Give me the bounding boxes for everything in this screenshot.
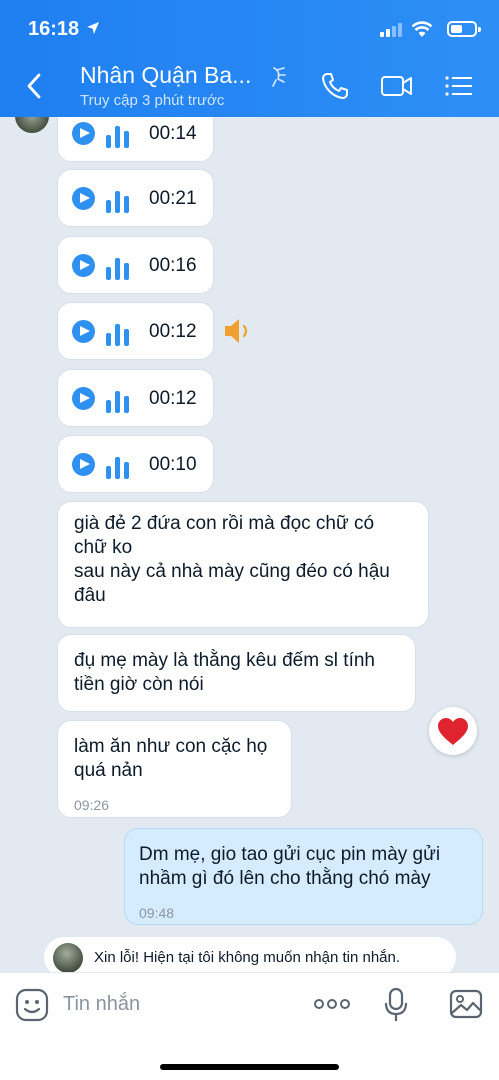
text-message[interactable]: làm ăn như con cặc họ quá nản 09:26 (57, 720, 292, 818)
play-icon[interactable] (72, 187, 95, 210)
wifi-icon (411, 21, 433, 37)
waveform-icon (106, 253, 130, 280)
signal-icon (380, 23, 402, 37)
voice-message[interactable]: 00:12 (57, 302, 214, 360)
message-line: tiền giờ còn nói (74, 674, 204, 695)
voice-message[interactable]: 00:12 (57, 369, 214, 427)
play-icon[interactable] (72, 453, 95, 476)
location-arrow-icon (87, 22, 99, 34)
heart-icon (438, 718, 468, 745)
waveform-icon (106, 319, 130, 346)
phone-icon[interactable] (320, 71, 350, 101)
message-line: đụ mẹ mày là thằng kêu đếm sl tính (74, 650, 375, 671)
voice-duration: 00:12 (149, 388, 197, 409)
play-icon[interactable] (72, 387, 95, 410)
my-message[interactable]: Dm mẹ, gio tao gửi cục pin mày gửi nhầm … (124, 828, 483, 925)
battery-icon (447, 21, 481, 37)
emoji-icon[interactable] (15, 988, 49, 1022)
waveform-icon (106, 386, 130, 413)
waveform-icon (106, 121, 130, 148)
status-time: 16:18 (28, 18, 80, 40)
voice-duration: 00:14 (149, 123, 197, 144)
contact-name[interactable]: Nhân Quận Ba... (80, 62, 251, 89)
chat-header: 16:18 Nhân Quận Ba... Truy cập 3 phút tr… (0, 0, 499, 117)
message-line: nhầm gì đó lên cho thằng chó mày (139, 868, 431, 889)
waveform-icon (106, 186, 130, 213)
play-icon[interactable] (72, 122, 95, 145)
more-dots-icon[interactable] (313, 995, 351, 1013)
voice-message[interactable]: 00:10 (57, 435, 214, 493)
video-camera-icon[interactable] (380, 71, 414, 101)
pin-icon (272, 67, 286, 87)
speaker-icon (225, 319, 248, 343)
message-time: 09:48 (139, 905, 175, 921)
chat-messages[interactable]: 00:14 00:21 00:16 00:12 00:12 00:10 già … (0, 117, 499, 972)
message-input[interactable]: Tin nhắn (63, 993, 140, 1016)
home-indicator (160, 1064, 339, 1070)
play-icon[interactable] (72, 320, 95, 343)
status-bar: 16:18 (28, 18, 481, 42)
reaction-heart-button[interactable] (429, 707, 477, 755)
voice-message[interactable]: 00:21 (57, 169, 214, 227)
message-line: quá nản (74, 760, 143, 781)
text-message[interactable]: già đẻ 2 đứa con rồi mà đọc chữ có chữ k… (57, 501, 429, 628)
voice-duration: 00:10 (149, 454, 197, 475)
notice-text: Xin lỗi! Hiện tại tôi không muốn nhận ti… (94, 949, 401, 966)
message-line: Dm mẹ, gio tao gửi cục pin mày gửi (139, 844, 441, 865)
voice-message[interactable]: 00:16 (57, 236, 214, 294)
presence-status: Truy cập 3 phút trước (80, 92, 225, 109)
contact-avatar[interactable] (15, 117, 49, 133)
auto-reply-notice: Xin lỗi! Hiện tại tôi không muốn nhận ti… (44, 937, 456, 972)
message-line: làm ăn như con cặc họ (74, 736, 268, 757)
message-line: đâu (74, 585, 106, 606)
play-icon[interactable] (72, 254, 95, 277)
microphone-icon[interactable] (384, 987, 408, 1023)
voice-message[interactable]: 00:14 (57, 117, 214, 162)
voice-duration: 00:21 (149, 188, 197, 209)
message-time: 09:26 (74, 797, 110, 813)
waveform-icon (106, 452, 130, 479)
list-menu-icon[interactable] (444, 71, 474, 101)
text-message[interactable]: đụ mẹ mày là thằng kêu đếm sl tính tiền … (57, 634, 416, 712)
image-icon[interactable] (449, 989, 483, 1019)
voice-duration: 00:12 (149, 321, 197, 342)
message-line: chữ ko (74, 537, 133, 558)
voice-duration: 00:16 (149, 255, 197, 276)
contact-avatar (53, 943, 83, 972)
message-line: sau này cả nhà mày cũng đéo có hậu (74, 561, 390, 582)
message-line: già đẻ 2 đứa con rồi mà đọc chữ có (74, 513, 375, 534)
back-chevron-icon[interactable] (26, 72, 42, 100)
